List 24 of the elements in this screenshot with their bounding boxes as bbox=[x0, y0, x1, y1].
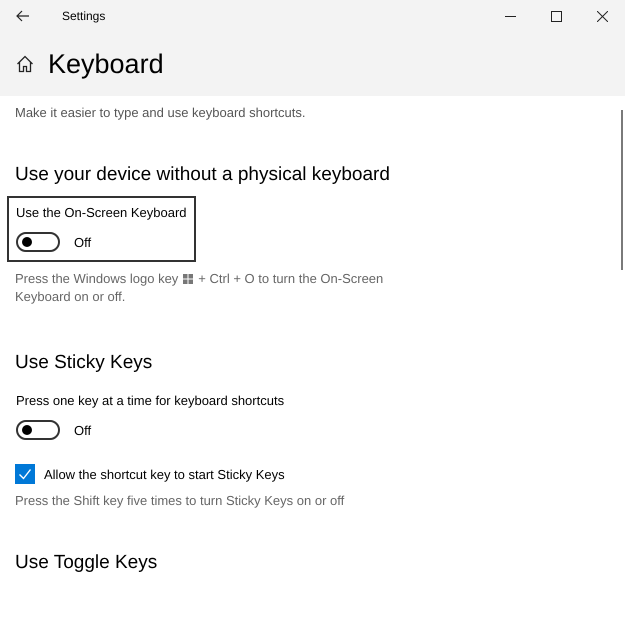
toggle-state: Off bbox=[74, 422, 92, 438]
page-title: Keyboard bbox=[48, 48, 164, 80]
windows-logo-icon bbox=[183, 274, 194, 284]
section-heading: Use your device without a physical keyboard bbox=[15, 164, 391, 186]
window-title: Settings bbox=[62, 9, 106, 23]
help-text: Press the Windows logo key bbox=[15, 270, 178, 288]
help-text: Keyboard on or off. bbox=[15, 288, 126, 306]
setting-label: Press one key at a time for keyboard shortcuts bbox=[16, 393, 284, 408]
home-icon[interactable] bbox=[16, 55, 34, 73]
toggle-switch[interactable] bbox=[16, 232, 60, 252]
section-heading: Use Toggle Keys bbox=[15, 552, 158, 574]
scrollbar[interactable] bbox=[621, 110, 623, 270]
toggle-switch[interactable] bbox=[16, 420, 60, 440]
close-icon bbox=[596, 10, 608, 22]
page-description: Make it easier to type and use keyboard shortcuts. bbox=[15, 104, 306, 122]
toggle-state: Off bbox=[74, 234, 92, 250]
section-heading: Use Sticky Keys bbox=[15, 352, 154, 374]
maximize-icon bbox=[550, 10, 562, 22]
help-text: + Ctrl + O to turn the On-Screen bbox=[198, 270, 384, 288]
checkbox[interactable] bbox=[15, 464, 35, 484]
setting-label: Use the On-Screen Keyboard bbox=[16, 205, 187, 220]
checkbox-label: Allow the shortcut key to start Sticky Keys bbox=[44, 466, 285, 482]
back-arrow-icon bbox=[16, 10, 30, 22]
help-text: Press the Shift key five times to turn Sticky Keys on or off bbox=[15, 493, 344, 508]
